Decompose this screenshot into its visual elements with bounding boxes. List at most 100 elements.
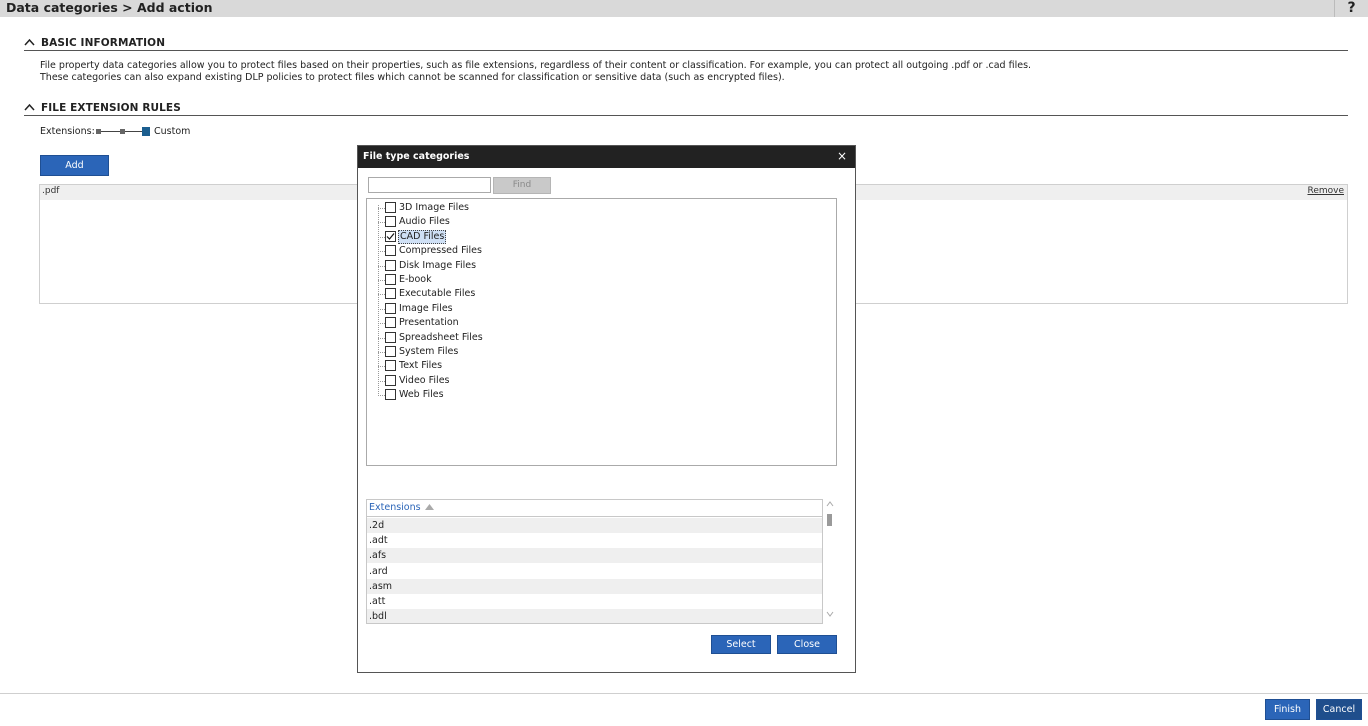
scroll-up-icon[interactable]	[826, 501, 834, 509]
title-bar: Data categories > Add action ?	[0, 0, 1368, 17]
tree-item-label: Text Files	[399, 360, 443, 372]
tree-item[interactable]: Web Files	[378, 388, 578, 402]
checkbox-icon[interactable]	[385, 274, 396, 285]
tree-item-label: Disk Image Files	[399, 259, 477, 271]
table-row[interactable]: .adt	[367, 533, 822, 548]
close-icon[interactable]: ×	[837, 149, 847, 163]
tree-connector	[378, 251, 385, 253]
tree-connector	[378, 265, 385, 267]
category-tree: 3D Image Files Audio Files CAD Files Compre…	[366, 198, 837, 466]
checkbox-icon[interactable]	[385, 389, 396, 401]
tree-item[interactable]: Video Files	[378, 374, 578, 388]
section-title: FILE EXTENSION RULES	[41, 102, 181, 114]
checkbox-icon[interactable]	[385, 245, 396, 257]
table-row[interactable]: .asm	[367, 578, 822, 594]
file-extension-rules-header[interactable]: FILE EXTENSION RULES	[24, 102, 1348, 116]
find-button[interactable]: Find	[493, 177, 551, 194]
tree-item-label: Video Files	[399, 374, 450, 386]
column-header-extensions[interactable]: Extensions	[369, 502, 421, 513]
tree-connector	[378, 236, 385, 238]
tree-item-label: Spreadsheet Files	[399, 331, 483, 343]
tree-item[interactable]: Disk Image Files	[378, 259, 578, 273]
scrollbar-thumb[interactable]	[827, 514, 832, 526]
tree-connector	[378, 308, 385, 310]
dialog-header: File type categories ×	[358, 146, 855, 168]
slider-tick[interactable]	[120, 129, 125, 134]
tree-item-label: Presentation	[399, 317, 459, 329]
tree-item-label: Compressed Files	[399, 245, 482, 257]
table-row[interactable]: .ard	[367, 564, 822, 579]
tree-connector	[378, 280, 385, 281]
sort-ascending-icon[interactable]	[425, 504, 434, 512]
grid-header[interactable]: Extensions	[367, 500, 822, 517]
tree-connector	[378, 294, 385, 296]
checkbox-icon[interactable]	[385, 216, 396, 228]
extensions-label: Extensions:	[40, 126, 95, 137]
tree-item[interactable]: E-book	[378, 273, 578, 287]
checkbox-icon[interactable]	[385, 288, 396, 300]
checkbox-icon[interactable]	[385, 374, 396, 386]
checkbox-icon[interactable]	[385, 302, 396, 314]
tree-connector	[378, 366, 385, 368]
scrollbar[interactable]	[826, 501, 834, 621]
checked-checkbox-icon[interactable]	[385, 230, 396, 242]
tree-connector	[378, 208, 385, 209]
search-input[interactable]	[368, 177, 491, 193]
description-line: File property data categories allow you …	[40, 60, 1032, 71]
dialog-title: File type categories	[363, 151, 470, 162]
tree-item[interactable]: CAD Files	[378, 229, 578, 244]
tree-item-label: E-book	[399, 274, 432, 285]
table-row[interactable]: .afs	[367, 548, 822, 564]
table-row[interactable]: .att	[367, 594, 822, 609]
tree-item[interactable]: Text Files	[378, 359, 578, 373]
tree-connector	[378, 337, 385, 339]
close-button[interactable]: Close	[777, 635, 837, 654]
tree-item[interactable]: 3D Image Files	[378, 201, 578, 215]
checkbox-icon[interactable]	[385, 259, 396, 271]
cancel-button[interactable]: Cancel	[1316, 699, 1362, 720]
tree-connector	[378, 323, 385, 325]
select-button[interactable]: Select	[711, 635, 771, 654]
tree-connector	[378, 222, 385, 224]
slider-knob[interactable]	[142, 127, 150, 136]
checkbox-icon[interactable]	[385, 360, 396, 372]
tree-item-label: Web Files	[399, 389, 444, 401]
tree-item[interactable]: Executable Files	[378, 287, 578, 301]
checkbox-icon[interactable]	[385, 317, 396, 329]
tree-item-label: System Files	[399, 346, 459, 357]
tree-item[interactable]: System Files	[378, 345, 578, 359]
extension-value: .pdf	[42, 186, 60, 196]
tree-item[interactable]: Audio Files	[378, 215, 578, 229]
tree-item[interactable]: Image Files	[378, 302, 578, 316]
collapse-chevron-icon[interactable]	[24, 38, 35, 49]
tree-item-label: CAD Files	[398, 229, 447, 244]
remove-link[interactable]: Remove	[1307, 186, 1344, 196]
slider-value-label: Custom	[154, 126, 191, 137]
tree-item-label: Image Files	[399, 302, 453, 314]
tree-item[interactable]: Presentation	[378, 316, 578, 330]
collapse-chevron-icon[interactable]	[24, 103, 35, 114]
tree-item-label: 3D Image Files	[399, 202, 469, 213]
file-type-categories-dialog: File type categories × Find 3D Image Fil…	[357, 145, 856, 673]
checkbox-icon[interactable]	[385, 346, 396, 357]
checkbox-icon[interactable]	[385, 331, 396, 343]
finish-button[interactable]: Finish	[1265, 699, 1310, 720]
help-button[interactable]: ?	[1334, 0, 1368, 17]
add-extension-button[interactable]: Add extension	[40, 155, 109, 190]
basic-information-header[interactable]: BASIC INFORMATION	[24, 37, 1348, 51]
breadcrumb: Data categories > Add action	[6, 0, 213, 15]
tree-item-label: Executable Files	[399, 288, 476, 300]
tree-item[interactable]: Compressed Files	[378, 244, 578, 258]
tree-connector	[378, 352, 385, 353]
scroll-down-icon[interactable]	[826, 611, 834, 619]
extensions-slider[interactable]	[96, 127, 150, 136]
basic-information-description: File property data categories allow you …	[40, 60, 1031, 84]
slider-tick[interactable]	[96, 129, 101, 134]
table-row[interactable]: .bdl	[367, 609, 822, 623]
tree-item-label: Audio Files	[399, 216, 450, 228]
tree-connector	[378, 380, 385, 382]
tree-connector	[378, 395, 385, 397]
checkbox-icon[interactable]	[385, 202, 396, 213]
tree-item[interactable]: Spreadsheet Files	[378, 331, 578, 345]
table-row[interactable]: .2d	[367, 518, 822, 533]
